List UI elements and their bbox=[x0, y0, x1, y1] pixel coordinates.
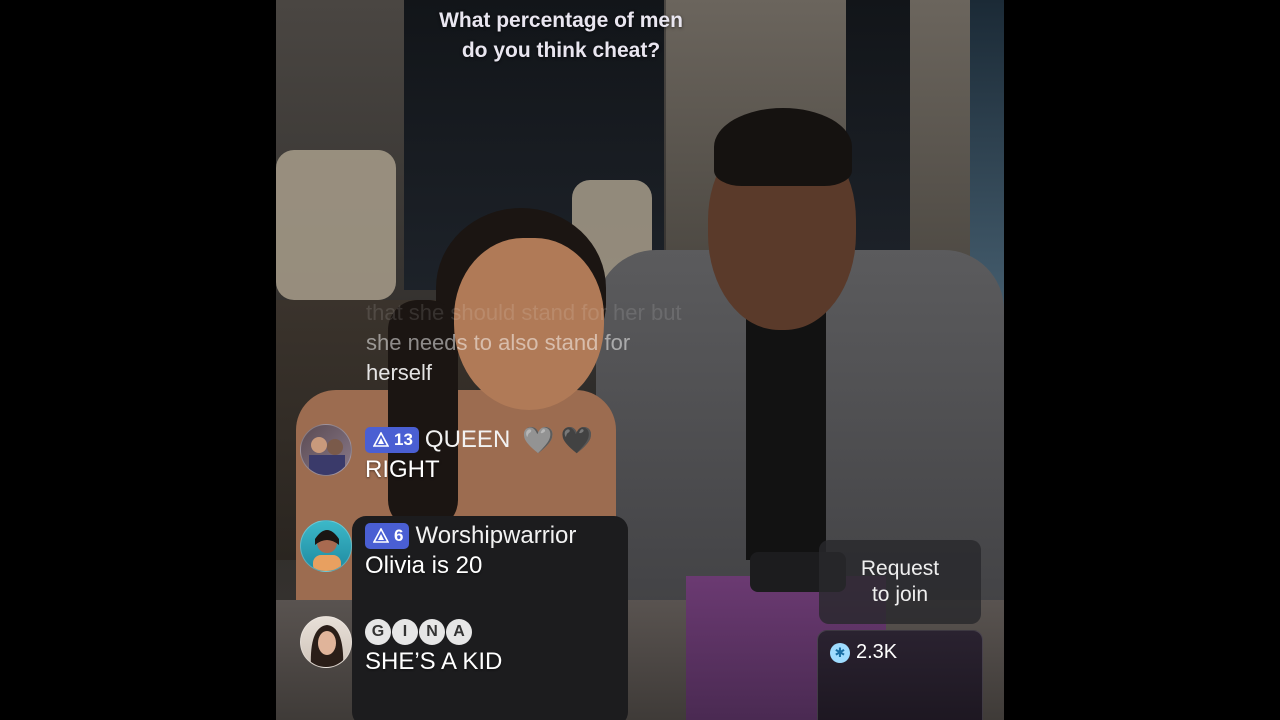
comment-header: 6 Worshipwarrior bbox=[365, 522, 576, 550]
viewer-count: ✱ 2.3K bbox=[830, 641, 897, 664]
chat-comment: 13 QUEEN 🩶 🖤 RIGHT bbox=[300, 424, 660, 488]
comment-text: Olivia is 20 bbox=[365, 552, 483, 579]
faded-comment-line-0: that she should stand for her but bbox=[366, 300, 682, 325]
username[interactable]: G I N A bbox=[365, 619, 472, 645]
live-video-stage: What percentage of men do you think chea… bbox=[276, 0, 1004, 720]
level-badge: 13 bbox=[365, 427, 419, 453]
username-letter: A bbox=[446, 619, 472, 645]
user-avatar[interactable] bbox=[300, 616, 352, 668]
faded-comment-line-2: herself bbox=[366, 360, 433, 385]
man-hair bbox=[714, 108, 852, 186]
faded-comment-line-1: she needs to also stand for bbox=[366, 330, 631, 355]
username-letter: G bbox=[365, 619, 391, 645]
request-label-line-1: Request bbox=[860, 557, 940, 580]
viewer-card[interactable]: ✱ 2.3K bbox=[817, 630, 983, 720]
level-number: 6 bbox=[394, 526, 404, 545]
username[interactable]: QUEEN bbox=[425, 426, 510, 454]
grey-heart-icon: 🩶 bbox=[522, 425, 555, 455]
username[interactable]: Worshipwarrior bbox=[415, 522, 576, 550]
username-letter: N bbox=[419, 619, 445, 645]
chat-comment: 6 Worshipwarrior Olivia is 20 bbox=[300, 520, 660, 584]
comment-header: G I N A bbox=[365, 618, 472, 646]
background-chair bbox=[276, 150, 396, 300]
request-label-line-2: to join bbox=[871, 583, 929, 606]
question-line-1: What percentage of men bbox=[439, 9, 683, 32]
heart-emojis: 🩶 🖤 bbox=[522, 427, 593, 453]
question-overlay: What percentage of men do you think chea… bbox=[276, 6, 846, 66]
level-number: 13 bbox=[394, 430, 413, 449]
user-avatar[interactable] bbox=[300, 520, 352, 572]
level-icon bbox=[373, 432, 389, 447]
question-line-2: do you think cheat? bbox=[461, 39, 661, 62]
comment-header: 13 QUEEN 🩶 🖤 bbox=[365, 426, 593, 454]
black-heart-icon: 🖤 bbox=[560, 425, 594, 455]
man-shirt bbox=[746, 300, 826, 560]
request-to-join-button[interactable]: Request to join bbox=[819, 540, 981, 624]
comment-text: SHE’S A KID bbox=[365, 648, 503, 675]
viewer-count-value: 2.3K bbox=[856, 641, 898, 663]
level-icon bbox=[373, 528, 389, 543]
username-letter: I bbox=[392, 619, 418, 645]
comment-text: RIGHT bbox=[365, 456, 440, 483]
user-avatar[interactable] bbox=[300, 424, 352, 476]
chat-comment: G I N A SHE’S A KID bbox=[300, 616, 660, 680]
level-badge: 6 bbox=[365, 523, 410, 549]
viewer-count-icon: ✱ bbox=[830, 642, 850, 663]
faded-comment: that she should stand for her but she ne… bbox=[366, 298, 726, 388]
